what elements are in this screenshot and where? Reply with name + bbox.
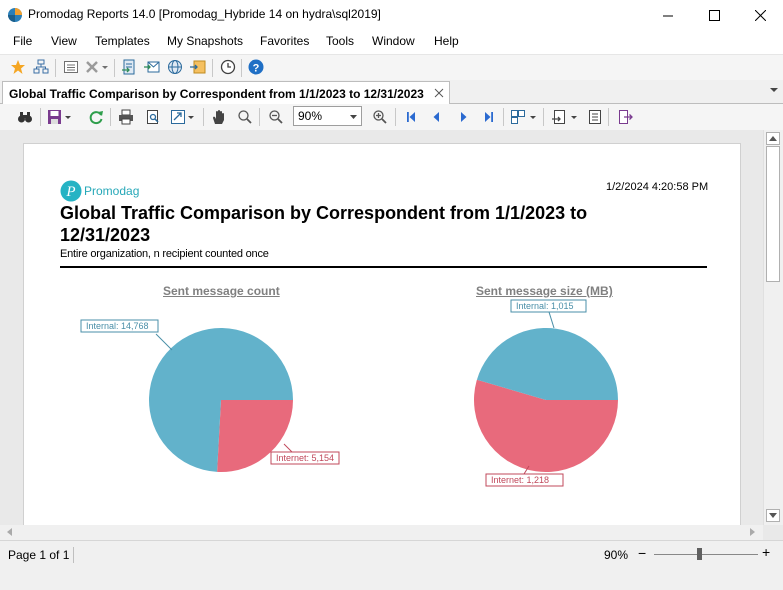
page-indicator: Page 1 of 1 bbox=[8, 548, 70, 562]
menu-view[interactable]: View bbox=[51, 34, 77, 48]
toolbar-separator bbox=[114, 59, 115, 77]
server-import-icon[interactable] bbox=[120, 58, 138, 76]
title-bar: Promodag Reports 14.0 [Promodag_Hybride … bbox=[0, 0, 783, 30]
pie-label-internet: Internet: 1,218 bbox=[491, 475, 549, 485]
refresh-icon[interactable] bbox=[87, 108, 105, 126]
menu-help[interactable]: Help bbox=[434, 34, 459, 48]
pie-label-internet: Internet: 5,154 bbox=[276, 453, 334, 463]
print-icon[interactable] bbox=[117, 108, 135, 126]
toolbar-separator bbox=[259, 108, 260, 126]
zoom-level-select[interactable]: 90% bbox=[293, 106, 362, 126]
vertical-scrollbar[interactable] bbox=[763, 130, 783, 525]
pie-charts: Internal: 14,768 Internet: 5,154 Internal:… bbox=[80, 299, 618, 487]
bottom-strip bbox=[0, 568, 783, 590]
last-page-icon[interactable] bbox=[480, 108, 498, 126]
menu-my-snapshots[interactable]: My Snapshots bbox=[167, 34, 243, 48]
pie-label-internal: Internal: 14,768 bbox=[86, 321, 149, 331]
zoom-level-value: 90% bbox=[298, 109, 323, 123]
zoom-slider-thumb[interactable] bbox=[697, 548, 702, 560]
minimize-icon bbox=[662, 15, 673, 16]
zoom-in-button[interactable]: + bbox=[762, 544, 770, 560]
scheduler-clock-icon[interactable] bbox=[219, 58, 237, 76]
chevron-up-icon bbox=[769, 136, 777, 141]
document-map-icon[interactable] bbox=[586, 108, 604, 126]
tab-list-dropdown-icon[interactable] bbox=[770, 88, 778, 93]
report-list-icon[interactable] bbox=[62, 58, 80, 76]
maximize-icon bbox=[708, 9, 720, 21]
menu-tools[interactable]: Tools bbox=[326, 34, 354, 48]
zoom-in-icon[interactable] bbox=[371, 108, 389, 126]
tab-report[interactable]: Global Traffic Comparison by Corresponde… bbox=[2, 81, 450, 104]
menu-templates[interactable]: Templates bbox=[95, 34, 150, 48]
minimize-button[interactable] bbox=[645, 0, 691, 30]
page-setup-dropdown-icon[interactable] bbox=[170, 108, 196, 126]
main-toolbar: ? bbox=[0, 54, 783, 80]
find-binoculars-icon[interactable] bbox=[16, 108, 34, 126]
toolbar-separator bbox=[503, 108, 504, 126]
exit-viewer-icon[interactable] bbox=[616, 108, 634, 126]
scroll-left-icon[interactable] bbox=[4, 525, 16, 540]
close-window-button[interactable] bbox=[737, 0, 783, 30]
pie-label-leader bbox=[155, 333, 173, 351]
toolbar-separator bbox=[395, 108, 396, 126]
svg-text:?: ? bbox=[253, 63, 260, 75]
help-icon[interactable]: ? bbox=[247, 58, 265, 76]
scroll-right-icon[interactable] bbox=[746, 525, 758, 540]
pie-label-leader bbox=[283, 443, 293, 453]
app-logo-icon bbox=[8, 8, 22, 22]
toolbar-separator bbox=[608, 108, 609, 126]
window-title: Promodag Reports 14.0 [Promodag_Hybride … bbox=[28, 7, 381, 21]
toolbar-separator bbox=[543, 108, 544, 126]
menu-window[interactable]: Window bbox=[372, 34, 415, 48]
scroll-up-button[interactable] bbox=[766, 132, 780, 145]
zoom-out-button[interactable]: − bbox=[638, 545, 646, 561]
zoom-out-icon[interactable] bbox=[267, 108, 285, 126]
status-zoom-percent: 90% bbox=[604, 548, 629, 562]
multi-page-dropdown-icon[interactable] bbox=[510, 108, 538, 126]
chevron-down-icon bbox=[350, 115, 357, 119]
mail-import-icon[interactable] bbox=[143, 58, 161, 76]
document-tab-strip: Global Traffic Comparison by Corresponde… bbox=[0, 80, 783, 104]
maximize-button[interactable] bbox=[691, 0, 737, 30]
hand-pan-icon[interactable] bbox=[210, 108, 228, 126]
horizontal-scrollbar[interactable] bbox=[0, 525, 763, 540]
pie-label-leader bbox=[548, 311, 555, 329]
toolbar-separator bbox=[203, 108, 204, 126]
viewer-toolbar: 90% bbox=[0, 104, 783, 130]
zoom-slider-track[interactable] bbox=[654, 554, 758, 555]
chevron-down-icon bbox=[769, 513, 777, 518]
tab-close-icon[interactable] bbox=[434, 88, 444, 98]
org-tree-icon[interactable] bbox=[32, 58, 50, 76]
print-preview-icon[interactable] bbox=[144, 108, 162, 126]
first-page-icon[interactable] bbox=[402, 108, 420, 126]
menu-favorites[interactable]: Favorites bbox=[260, 34, 309, 48]
toolbar-separator bbox=[55, 59, 56, 77]
pie-label-internal: Internal: 1,015 bbox=[516, 301, 574, 311]
status-separator bbox=[73, 547, 74, 563]
menu-bar: File View Templates My Snapshots Favorit… bbox=[0, 30, 783, 54]
status-bar: Page 1 of 1 90% − + bbox=[0, 540, 783, 568]
delete-icon[interactable] bbox=[84, 58, 110, 76]
vertical-scroll-thumb[interactable] bbox=[766, 146, 780, 282]
report-page: P Promodag 1/2/2024 4:20:58 PM Global Tr… bbox=[23, 143, 741, 540]
close-icon bbox=[754, 9, 766, 21]
tab-report-label: Global Traffic Comparison by Corresponde… bbox=[9, 87, 424, 101]
report-viewer: P Promodag 1/2/2024 4:20:58 PM Global Tr… bbox=[0, 130, 783, 540]
zoom-tool-icon[interactable] bbox=[236, 108, 254, 126]
menu-file[interactable]: File bbox=[13, 34, 32, 48]
next-page-icon[interactable] bbox=[455, 108, 473, 126]
toolbar-separator bbox=[212, 59, 213, 77]
favorite-star-icon[interactable] bbox=[9, 58, 27, 76]
toolbar-separator bbox=[40, 108, 41, 126]
toolbar-separator bbox=[110, 108, 111, 126]
toolbar-separator bbox=[241, 59, 242, 77]
export-document-dropdown-icon[interactable] bbox=[551, 108, 579, 126]
previous-page-icon[interactable] bbox=[427, 108, 445, 126]
export-folder-icon[interactable] bbox=[189, 58, 207, 76]
scroll-down-button[interactable] bbox=[766, 509, 780, 522]
globe-icon[interactable] bbox=[166, 58, 184, 76]
save-dropdown-icon[interactable] bbox=[47, 108, 73, 126]
